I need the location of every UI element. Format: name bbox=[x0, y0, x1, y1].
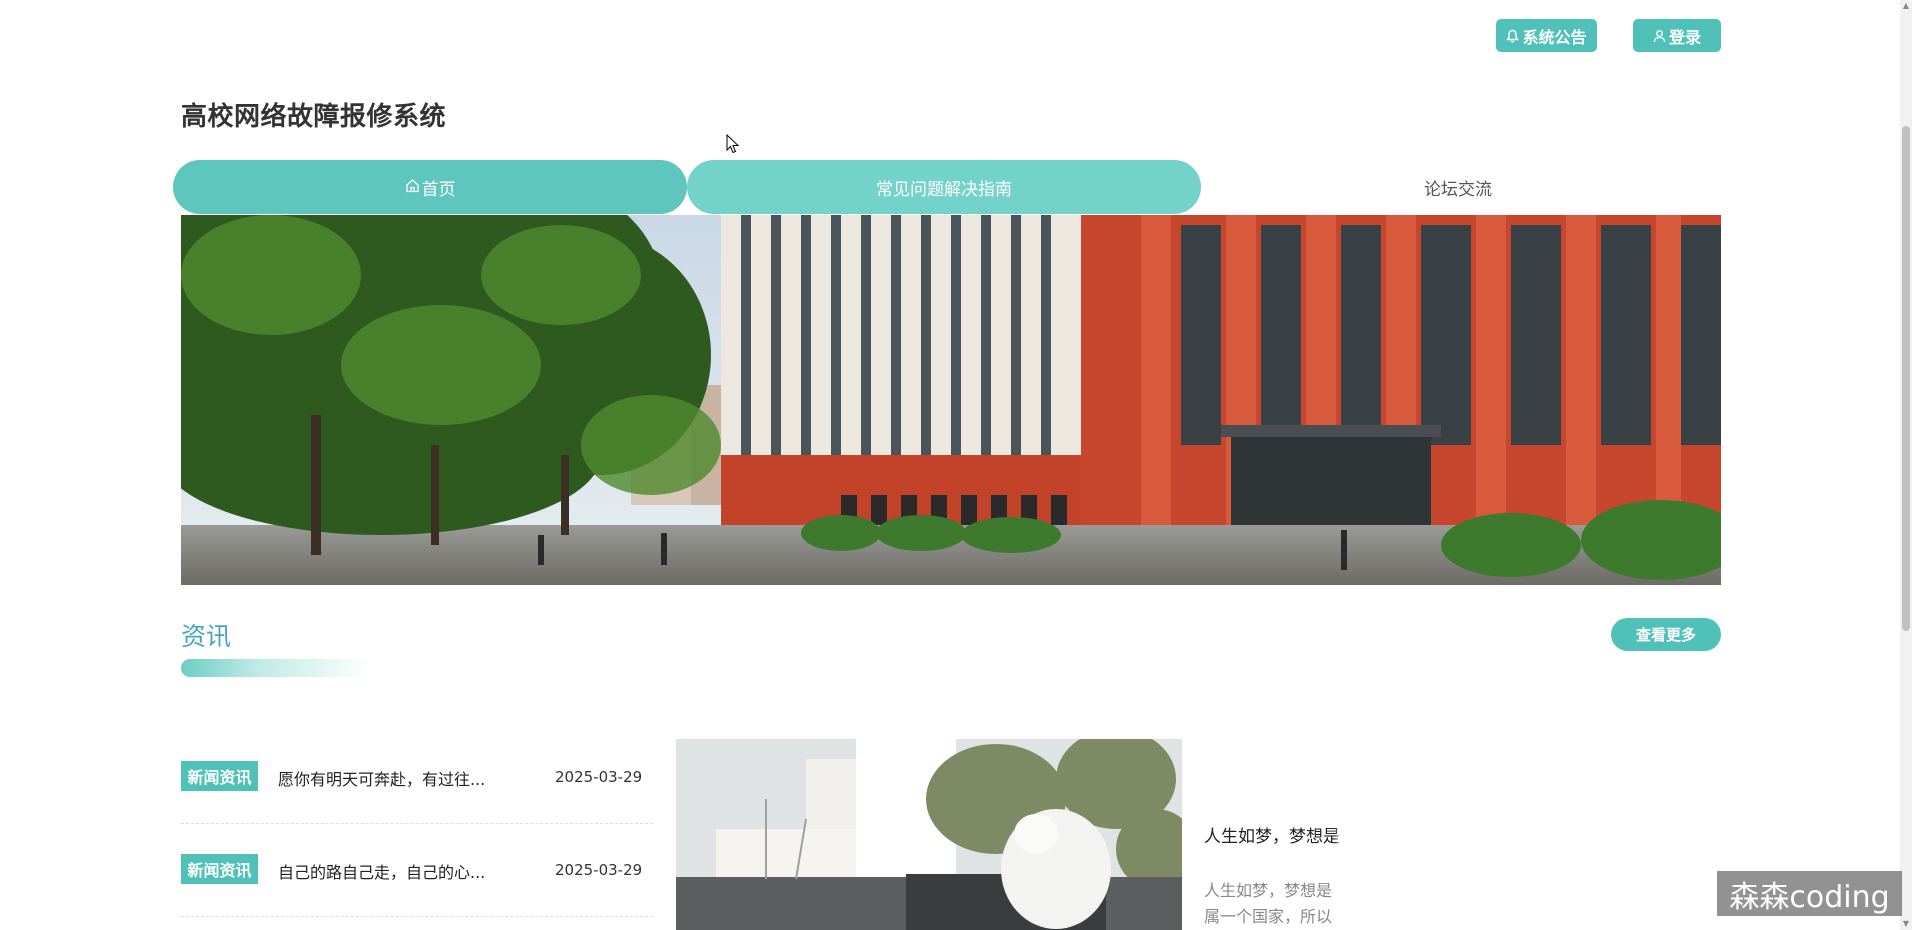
scroll-down-arrow-icon[interactable]: ▼ bbox=[1902, 920, 1910, 928]
home-icon bbox=[405, 178, 420, 197]
nav-home-label: 首页 bbox=[421, 179, 456, 200]
section-title-underline bbox=[181, 659, 371, 677]
nav-faq-label: 常见问题解决指南 bbox=[876, 179, 1012, 200]
news-list-item[interactable]: 新闻资讯 自己的路自己走，自己的心... 2025-03-29 bbox=[181, 824, 653, 917]
blurred-overlay bbox=[1338, 805, 1738, 930]
nav-home[interactable]: 首页 bbox=[173, 160, 687, 214]
featured-article-title[interactable]: 人生如梦，梦想是 bbox=[1204, 822, 1340, 847]
news-headline: 自己的路自己走，自己的心... bbox=[278, 863, 486, 882]
campus-banner-image bbox=[181, 215, 1721, 585]
page: 系统公告 登录 高校网络故障报修系统 首页 常见问题解决指南 论坛交流 资讯 查… bbox=[0, 0, 1912, 930]
nav-forum-label: 论坛交流 bbox=[1424, 179, 1492, 200]
news-date: 2025-03-29 bbox=[555, 768, 643, 786]
news-list-item[interactable]: 新闻资讯 愿你有明天可奔赴，有过往... 2025-03-29 bbox=[181, 731, 653, 824]
nav-faq[interactable]: 常见问题解决指南 bbox=[687, 160, 1201, 214]
nav-forum[interactable]: 论坛交流 bbox=[1201, 160, 1715, 214]
system-notice-button[interactable]: 系统公告 bbox=[1496, 19, 1597, 52]
login-button[interactable]: 登录 bbox=[1633, 19, 1721, 52]
watermark: 森森coding bbox=[1717, 871, 1902, 916]
system-notice-label: 系统公告 bbox=[1522, 27, 1587, 47]
news-section-title: 资讯 bbox=[181, 622, 232, 651]
scroll-up-arrow-icon[interactable]: ▲ bbox=[1902, 2, 1910, 10]
featured-article-image[interactable] bbox=[676, 739, 1182, 930]
mouse-cursor-icon bbox=[726, 133, 740, 158]
view-more-button[interactable]: 查看更多 bbox=[1611, 618, 1721, 651]
news-category-tag: 新闻资讯 bbox=[181, 761, 258, 791]
vertical-scrollbar[interactable]: ▲ ▼ bbox=[1900, 0, 1912, 930]
news-headline: 愿你有明天可奔赴，有过往... bbox=[278, 770, 486, 789]
user-icon bbox=[1653, 29, 1666, 43]
login-label: 登录 bbox=[1668, 27, 1701, 47]
site-title: 高校网络故障报修系统 bbox=[181, 102, 447, 132]
news-date: 2025-03-29 bbox=[555, 861, 643, 879]
scrollbar-thumb[interactable] bbox=[1902, 126, 1910, 631]
bell-icon bbox=[1506, 29, 1520, 43]
news-category-tag: 新闻资讯 bbox=[181, 854, 258, 884]
